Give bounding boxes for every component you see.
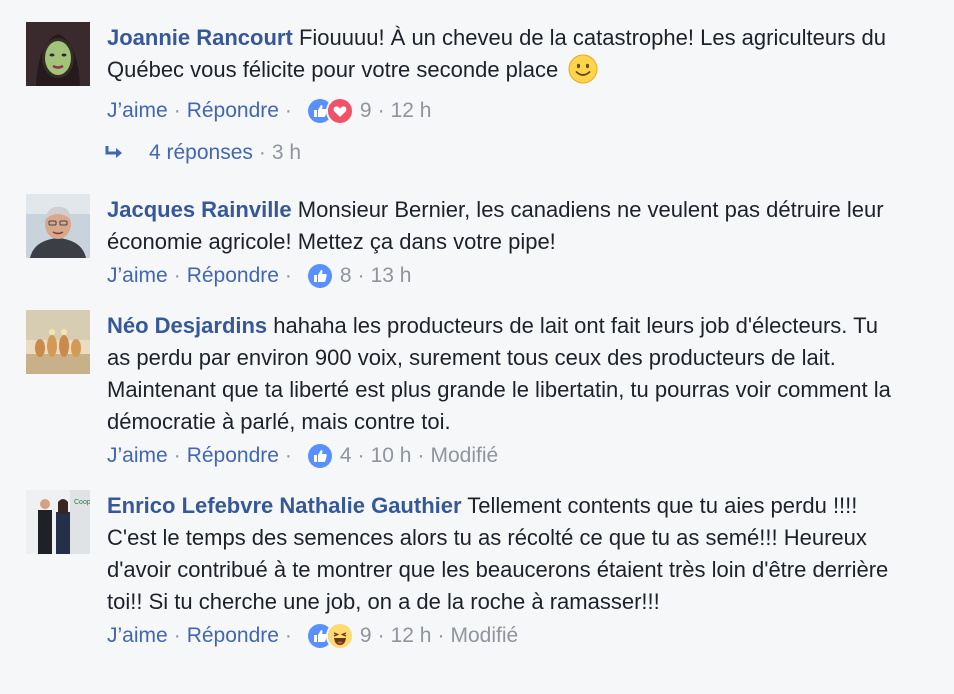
separator: · bbox=[284, 444, 292, 467]
comment-author[interactable]: Enrico Lefebvre Nathalie Gauthier bbox=[107, 493, 462, 518]
separator: · bbox=[173, 99, 181, 122]
avatar[interactable]: Coop bbox=[26, 490, 90, 554]
comment-thread: Joannie Rancourt Fiouuuu! À un cheveu de… bbox=[0, 0, 954, 694]
reply-link[interactable]: Répondre bbox=[187, 441, 279, 471]
replies-count-label[interactable]: 4 réponses bbox=[149, 138, 253, 168]
comment-body: Joannie Rancourt Fiouuuu! À un cheveu de… bbox=[107, 22, 907, 126]
comment-author[interactable]: Néo Desjardins bbox=[107, 313, 267, 338]
comment-author[interactable]: Joannie Rancourt bbox=[107, 25, 293, 50]
haha-reaction-icon bbox=[325, 622, 354, 650]
separator: · bbox=[284, 99, 292, 122]
comment-actions: J’aime · Répondre · 8 · 13 h bbox=[107, 261, 907, 291]
svg-text:Coop: Coop bbox=[74, 499, 90, 506]
like-link[interactable]: J’aime bbox=[107, 96, 168, 126]
avatar[interactable] bbox=[26, 310, 90, 374]
like-link[interactable]: J’aime bbox=[107, 261, 168, 291]
like-reaction-icon bbox=[305, 262, 334, 290]
separator: · bbox=[437, 624, 445, 647]
reaction-count[interactable]: 8 bbox=[340, 261, 352, 291]
edited-label[interactable]: Modifié bbox=[450, 621, 518, 651]
view-replies-link[interactable]: 4 réponses · 3 h bbox=[105, 138, 302, 168]
like-reaction-icon bbox=[305, 442, 334, 470]
edited-label[interactable]: Modifié bbox=[430, 441, 498, 471]
avatar[interactable] bbox=[26, 194, 90, 258]
reaction-count[interactable]: 4 bbox=[340, 441, 352, 471]
slightly-smiling-face-icon bbox=[568, 54, 598, 93]
reactions[interactable] bbox=[305, 442, 334, 470]
reply-link[interactable]: Répondre bbox=[187, 621, 279, 651]
reactions[interactable] bbox=[305, 622, 354, 650]
reaction-count[interactable]: 9 bbox=[360, 621, 372, 651]
comment-actions: J’aime · Répondre · 4 · 10 h · Modifié bbox=[107, 441, 907, 471]
comment-body: Enrico Lefebvre Nathalie Gauthier Tellem… bbox=[107, 490, 907, 651]
comment-body: Jacques Rainville Monsieur Bernier, les … bbox=[107, 194, 907, 291]
comment-timestamp[interactable]: 12 h bbox=[391, 621, 432, 651]
comment-timestamp[interactable]: 10 h bbox=[371, 441, 412, 471]
comment-actions: J’aime · Répondre · 9 · 12 h · Modifié bbox=[107, 621, 907, 651]
separator: · bbox=[377, 624, 385, 647]
comment-actions: J’aime · Répondre · 9 · 12 h bbox=[107, 96, 907, 126]
separator: · bbox=[284, 264, 292, 287]
comment-timestamp[interactable]: 13 h bbox=[371, 261, 412, 291]
separator: · bbox=[173, 264, 181, 287]
comment-body: Néo Desjardins hahaha les producteurs de… bbox=[107, 310, 907, 471]
reactions[interactable] bbox=[305, 262, 334, 290]
comment-timestamp[interactable]: 12 h bbox=[391, 96, 432, 126]
separator: · bbox=[284, 624, 292, 647]
comment-author[interactable]: Jacques Rainville bbox=[107, 197, 292, 222]
reply-link[interactable]: Répondre bbox=[187, 261, 279, 291]
love-reaction-icon bbox=[325, 97, 354, 125]
separator: · bbox=[258, 141, 266, 164]
separator: · bbox=[173, 444, 181, 467]
like-link[interactable]: J’aime bbox=[107, 621, 168, 651]
separator: · bbox=[357, 444, 365, 467]
separator: · bbox=[377, 99, 385, 122]
reactions[interactable] bbox=[305, 97, 354, 125]
avatar[interactable] bbox=[26, 22, 90, 86]
separator: · bbox=[357, 264, 365, 287]
separator: · bbox=[173, 624, 181, 647]
like-link[interactable]: J’aime bbox=[107, 441, 168, 471]
separator: · bbox=[417, 444, 425, 467]
reply-link[interactable]: Répondre bbox=[187, 96, 279, 126]
reply-arrow-icon bbox=[105, 146, 122, 158]
replies-timestamp: 3 h bbox=[271, 141, 302, 164]
reaction-count[interactable]: 9 bbox=[360, 96, 372, 126]
